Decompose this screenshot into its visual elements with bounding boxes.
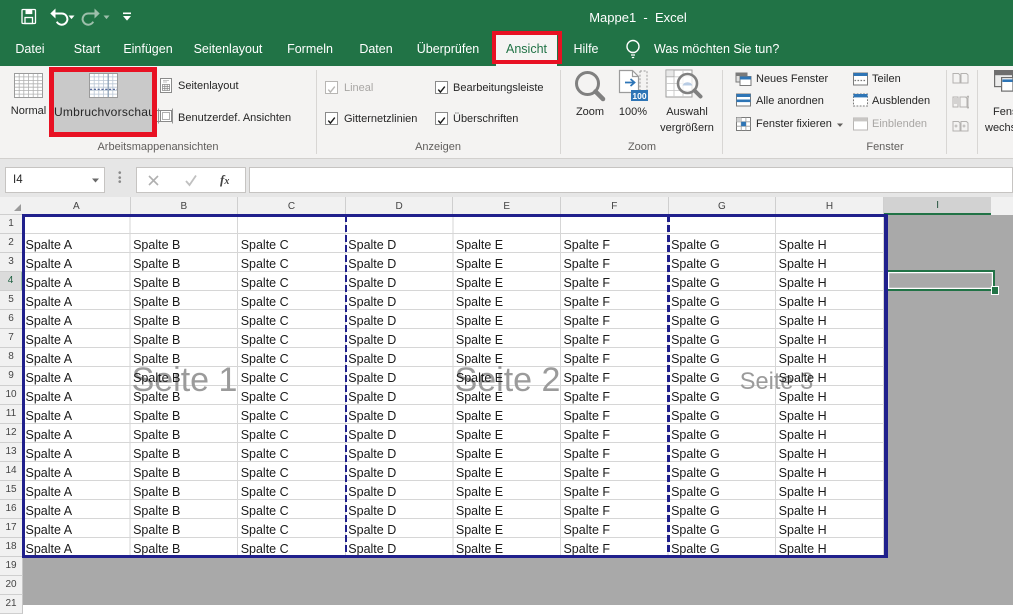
- svg-text:100: 100: [632, 91, 646, 101]
